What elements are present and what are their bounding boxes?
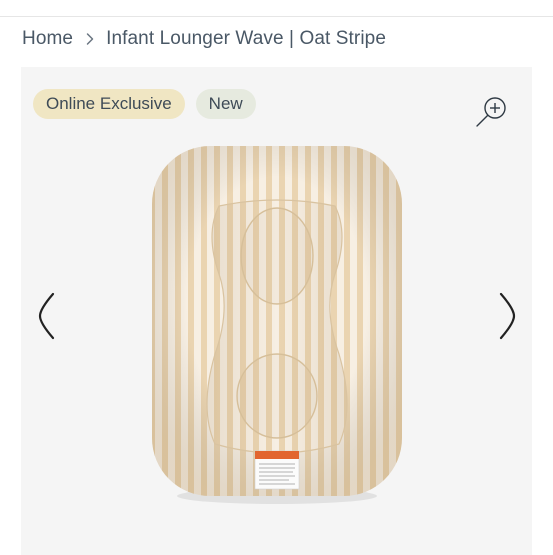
online-exclusive-badge: Online Exclusive — [33, 89, 185, 119]
breadcrumb-home-link[interactable]: Home — [22, 28, 73, 50]
breadcrumb-current: Infant Lounger Wave | Oat Stripe — [106, 28, 387, 49]
breadcrumb: Home Infant Lounger Wave | Oat Stripe — [22, 27, 386, 51]
header-divider — [0, 16, 553, 17]
product-image-infant-lounger — [149, 144, 405, 506]
chevron-right-icon — [499, 292, 516, 340]
zoom-in-icon[interactable] — [474, 94, 510, 130]
new-badge: New — [195, 89, 256, 119]
product-badges: Online Exclusive New — [33, 89, 256, 119]
previous-image-button[interactable] — [33, 289, 63, 343]
chevron-right-icon — [83, 32, 97, 46]
chevron-left-icon — [38, 292, 55, 340]
product-image-gallery: Online Exclusive New — [21, 67, 532, 555]
next-image-button[interactable] — [491, 289, 521, 343]
